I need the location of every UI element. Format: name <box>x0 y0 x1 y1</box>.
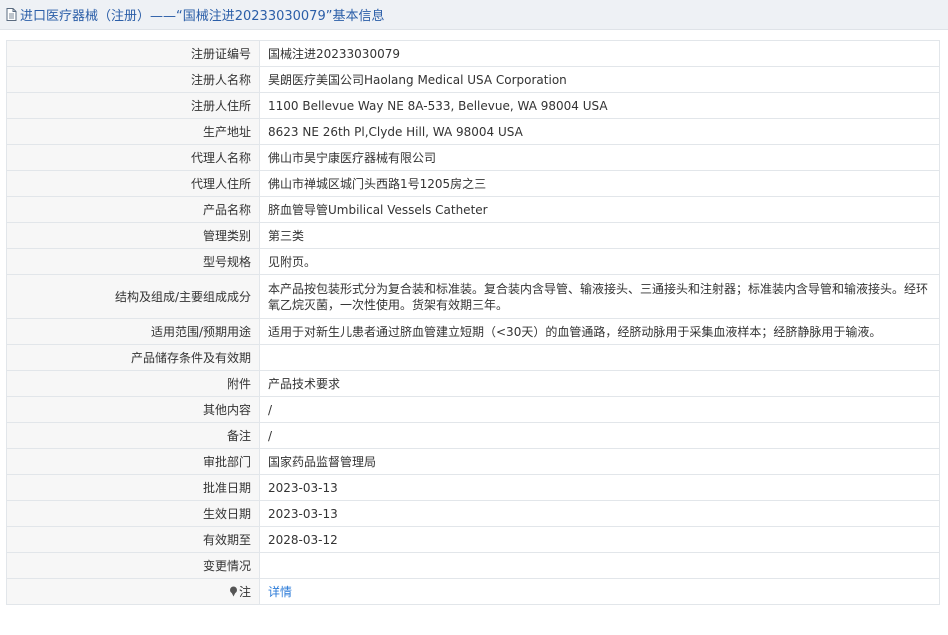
table-row: 产品名称 脐血管导管Umbilical Vessels Catheter <box>6 196 940 223</box>
table-row: 适用范围/预期用途 适用于对新生儿患者通过脐血管建立短期（<30天）的血管通路，… <box>6 318 940 345</box>
row-value: 适用于对新生儿患者通过脐血管建立短期（<30天）的血管通路，经脐动脉用于采集血液… <box>259 318 940 345</box>
row-label: 生效日期 <box>6 500 260 527</box>
table-row: 备注 / <box>6 422 940 449</box>
table-row: 批准日期 2023-03-13 <box>6 474 940 501</box>
table-row: 生效日期 2023-03-13 <box>6 500 940 527</box>
row-value: 见附页。 <box>259 248 940 275</box>
header-bar: 进口医疗器械（注册）——“国械注进20233030079”基本信息 <box>0 0 948 30</box>
table-row: 结构及组成/主要组成成分 本产品按包装形式分为复合装和标准装。复合装内含导管、输… <box>6 274 940 319</box>
table-row: 其他内容 / <box>6 396 940 423</box>
row-value: 佛山市昊宁康医疗器械有限公司 <box>259 144 940 171</box>
row-label: 注册人住所 <box>6 92 260 119</box>
table-row: 生产地址 8623 NE 26th Pl,Clyde Hill, WA 9800… <box>6 118 940 145</box>
row-value: 本产品按包装形式分为复合装和标准装。复合装内含导管、输液接头、三通接头和注射器；… <box>259 274 940 319</box>
row-label: 有效期至 <box>6 526 260 553</box>
row-value: 产品技术要求 <box>259 370 940 397</box>
row-label: 生产地址 <box>6 118 260 145</box>
row-label: 型号规格 <box>6 248 260 275</box>
row-value: 2023-03-13 <box>259 500 940 527</box>
document-icon <box>6 8 17 21</box>
row-label: 备注 <box>6 422 260 449</box>
row-label: 代理人住所 <box>6 170 260 197</box>
table-row: 注册人住所 1100 Bellevue Way NE 8A-533, Belle… <box>6 92 940 119</box>
page-title: 进口医疗器械（注册）——“国械注进20233030079”基本信息 <box>20 9 385 24</box>
table-row: 审批部门 国家药品监督管理局 <box>6 448 940 475</box>
table-row: 有效期至 2028-03-12 <box>6 526 940 553</box>
row-label: 注册证编号 <box>6 40 260 67</box>
row-value: 第三类 <box>259 222 940 249</box>
row-value <box>259 344 940 371</box>
table-row: 注册证编号 国械注进20233030079 <box>6 40 940 67</box>
row-label: 管理类别 <box>6 222 260 249</box>
note-row: 注 详情 <box>6 578 940 605</box>
row-value: 国械注进20233030079 <box>259 40 940 67</box>
table-row: 型号规格 见附页。 <box>6 248 940 275</box>
row-value: 1100 Bellevue Way NE 8A-533, Bellevue, W… <box>259 92 940 119</box>
table-row: 代理人名称 佛山市昊宁康医疗器械有限公司 <box>6 144 940 171</box>
info-table: 注册证编号 国械注进20233030079 注册人名称 昊朗医疗美国公司Haol… <box>6 40 940 605</box>
table-row: 附件 产品技术要求 <box>6 370 940 397</box>
row-value: / <box>259 396 940 423</box>
row-value: 脐血管导管Umbilical Vessels Catheter <box>259 196 940 223</box>
row-label: 产品储存条件及有效期 <box>6 344 260 371</box>
row-label: 其他内容 <box>6 396 260 423</box>
row-value: 昊朗医疗美国公司Haolang Medical USA Corporation <box>259 66 940 93</box>
note-label-cell: 注 <box>6 578 260 605</box>
row-value: 2028-03-12 <box>259 526 940 553</box>
table-row: 注册人名称 昊朗医疗美国公司Haolang Medical USA Corpor… <box>6 66 940 93</box>
pin-icon <box>229 586 237 596</box>
row-label: 批准日期 <box>6 474 260 501</box>
row-label: 代理人名称 <box>6 144 260 171</box>
table-row: 变更情况 <box>6 552 940 579</box>
row-label: 产品名称 <box>6 196 260 223</box>
row-label: 适用范围/预期用途 <box>6 318 260 345</box>
row-value: 2023-03-13 <box>259 474 940 501</box>
row-label: 结构及组成/主要组成成分 <box>6 274 260 319</box>
row-label: 审批部门 <box>6 448 260 475</box>
details-link[interactable]: 详情 <box>268 585 292 599</box>
row-value: / <box>259 422 940 449</box>
row-label: 变更情况 <box>6 552 260 579</box>
table-row: 管理类别 第三类 <box>6 222 940 249</box>
row-label: 注册人名称 <box>6 66 260 93</box>
row-label: 附件 <box>6 370 260 397</box>
row-value <box>259 552 940 579</box>
note-value-cell: 详情 <box>259 578 940 605</box>
row-value: 国家药品监督管理局 <box>259 448 940 475</box>
row-value: 8623 NE 26th Pl,Clyde Hill, WA 98004 USA <box>259 118 940 145</box>
note-label: 注 <box>238 584 251 599</box>
row-value: 佛山市禅城区城门头西路1号1205房之三 <box>259 170 940 197</box>
table-row: 代理人住所 佛山市禅城区城门头西路1号1205房之三 <box>6 170 940 197</box>
table-row: 产品储存条件及有效期 <box>6 344 940 371</box>
